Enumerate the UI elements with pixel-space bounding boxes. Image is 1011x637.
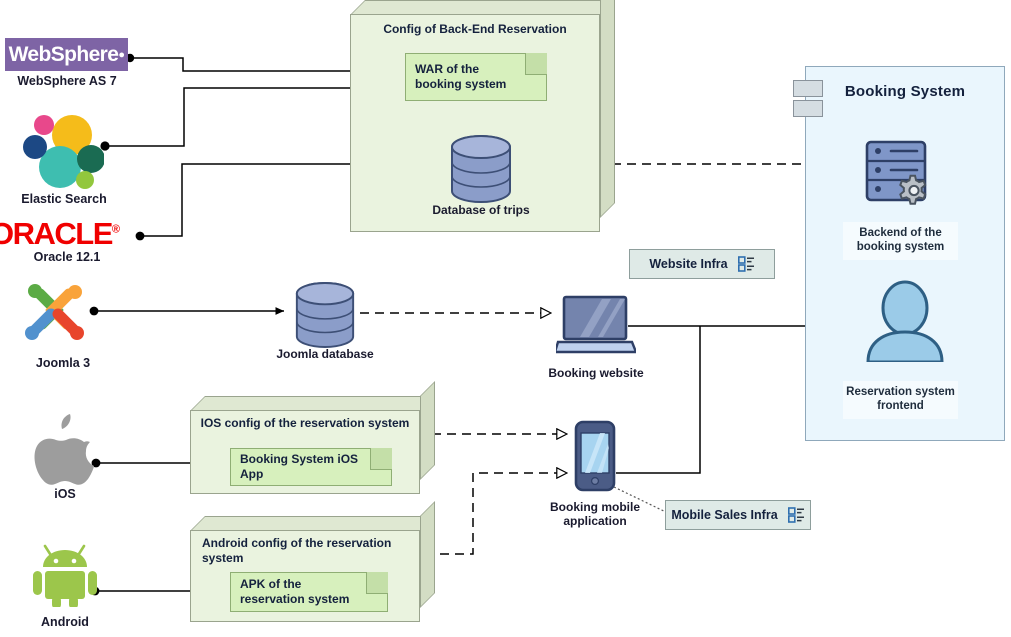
note-label-website-infra: Website Infra bbox=[649, 257, 728, 271]
booking-mobile-application[interactable] bbox=[574, 420, 616, 492]
label-ios: iOS bbox=[54, 487, 76, 501]
android-leg-left bbox=[52, 596, 61, 607]
package-title-backend-config: Config of Back-End Reservation bbox=[383, 22, 567, 36]
reservation-system-frontend[interactable] bbox=[862, 280, 948, 362]
artifact-dogear bbox=[366, 572, 388, 594]
label-android: Android bbox=[41, 615, 89, 629]
label-elasticsearch: Elastic Search bbox=[21, 192, 107, 206]
android-arm-left bbox=[33, 571, 42, 595]
caption-backend-of-the-booking-system: Backend of the booking system bbox=[843, 222, 958, 260]
booking-system-title: Booking System bbox=[844, 83, 966, 100]
artifact-label-ios-app: Booking System iOS App bbox=[240, 452, 359, 481]
source-elasticsearch[interactable] bbox=[22, 112, 104, 192]
note-website-infra[interactable]: Website Infra bbox=[629, 249, 775, 279]
apple-leaf-icon bbox=[61, 414, 71, 429]
source-ios[interactable] bbox=[32, 412, 98, 486]
booking-website[interactable] bbox=[556, 295, 636, 357]
apple-body-icon bbox=[34, 438, 94, 485]
label-database-of-trips: Database of trips bbox=[432, 203, 530, 217]
label-booking-mobile-application: Booking mobile application bbox=[550, 500, 640, 529]
joomla-stroke-red bbox=[52, 308, 80, 336]
package-top-face bbox=[350, 0, 615, 15]
joomla-dot-green bbox=[28, 284, 42, 298]
package-top-face bbox=[190, 396, 435, 411]
artifact-label-apk: APK of the reservation system bbox=[240, 577, 350, 606]
note-label-mobile-sales-infra: Mobile Sales Infra bbox=[671, 508, 778, 522]
websphere-logo: WebSphere ● bbox=[5, 38, 128, 71]
package-side-face bbox=[420, 381, 435, 480]
artifact-apk[interactable]: APK of the reservation system bbox=[230, 572, 388, 612]
label-booking-website: Booking website bbox=[548, 366, 644, 380]
source-websphere[interactable]: WebSphere ● bbox=[5, 38, 128, 71]
artifact-label-war: WAR of the booking system bbox=[415, 62, 507, 91]
source-joomla[interactable] bbox=[20, 278, 90, 346]
artifact-war-booking-system[interactable]: WAR of the booking system bbox=[405, 53, 547, 101]
joomla-database[interactable] bbox=[292, 281, 358, 349]
label-websphere: WebSphere AS 7 bbox=[17, 74, 117, 88]
artifact-ios-app[interactable]: Booking System iOS App bbox=[230, 448, 392, 486]
user-head-icon bbox=[881, 280, 929, 336]
elastic-petal-pink bbox=[34, 115, 54, 135]
elastic-petal-lime bbox=[76, 171, 94, 189]
artifact-dogear bbox=[370, 448, 392, 470]
artifact-dogear bbox=[525, 53, 547, 75]
android-body-icon bbox=[45, 571, 85, 599]
oracle-logo[interactable]: ORACLE® bbox=[0, 216, 120, 252]
infra-list-icon bbox=[787, 507, 804, 523]
oracle-logo-text: ORACLE bbox=[0, 216, 113, 251]
android-leg-right bbox=[69, 596, 78, 607]
label-joomla-database: Joomla database bbox=[276, 347, 374, 361]
component-tab-upper bbox=[793, 80, 823, 97]
connector-joomla-to-joomla-database bbox=[89, 306, 285, 316]
label-oracle: Oracle 12.1 bbox=[33, 250, 101, 264]
source-android[interactable] bbox=[32, 541, 98, 607]
elastic-petal-navy bbox=[23, 135, 47, 159]
android-arm-right bbox=[88, 571, 97, 595]
android-eye-right bbox=[71, 558, 77, 564]
database-of-trips[interactable] bbox=[447, 134, 515, 204]
caption-reservation-system-frontend: Reservation system frontend bbox=[843, 381, 958, 419]
joomla-dot-red bbox=[70, 326, 84, 340]
backend-of-the-booking-system[interactable] bbox=[865, 140, 939, 212]
infra-list-icon bbox=[737, 256, 754, 272]
joomla-stroke-blue bbox=[29, 308, 57, 336]
package-top-face bbox=[190, 516, 435, 531]
joomla-dot-orange bbox=[68, 285, 82, 299]
websphere-logo-text: WebSphere bbox=[8, 42, 119, 66]
phone-home-button-icon bbox=[591, 476, 600, 485]
elastic-petal-green bbox=[77, 145, 104, 173]
package-side-face bbox=[420, 501, 435, 608]
package-title-ios-config: IOS config of the reservation system bbox=[200, 416, 410, 430]
user-shoulders-icon bbox=[866, 330, 944, 362]
android-eye-left bbox=[53, 558, 59, 564]
package-title-android-config: Android config of the reservation system bbox=[202, 536, 392, 565]
joomla-dot-blue bbox=[25, 326, 39, 340]
component-tab-lower bbox=[793, 100, 823, 117]
label-joomla: Joomla 3 bbox=[35, 356, 91, 370]
deployment-diagram-canvas: WebSphere ● WebSphere AS 7 Elastic Search… bbox=[0, 0, 1011, 637]
package-side-face bbox=[600, 0, 615, 218]
laptop-base-icon bbox=[556, 340, 636, 354]
note-mobile-sales-infra[interactable]: Mobile Sales Infra bbox=[665, 500, 811, 530]
